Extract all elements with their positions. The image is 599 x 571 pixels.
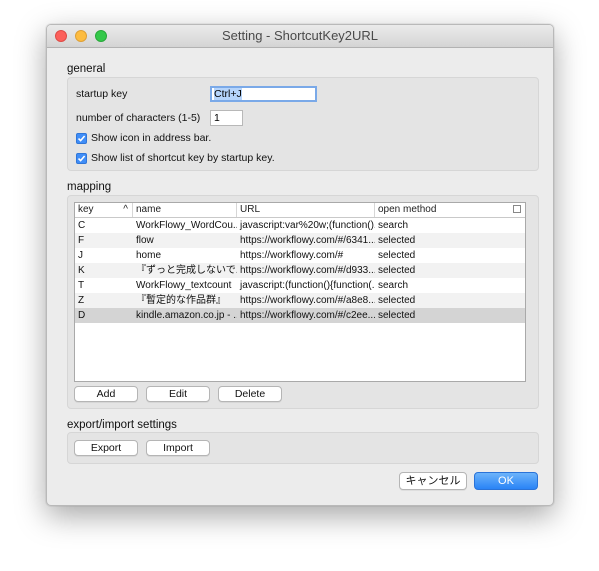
export-button[interactable]: Export	[74, 440, 138, 456]
startup-key-value: Ctrl+J	[214, 88, 242, 100]
table-row-selected[interactable]: D kindle.amazon.co.jp - ... https://work…	[75, 308, 525, 323]
startup-key-input[interactable]: Ctrl+J	[210, 86, 317, 102]
zoom-button[interactable]	[95, 30, 107, 42]
show-list-option[interactable]: Show list of shortcut key by startup key…	[76, 152, 275, 164]
num-chars-value: 1	[214, 112, 220, 124]
close-button[interactable]	[55, 30, 67, 42]
checkmark-icon	[77, 134, 86, 142]
show-icon-option[interactable]: Show icon in address bar.	[76, 132, 211, 144]
general-heading: general	[67, 63, 106, 75]
import-button[interactable]: Import	[146, 440, 210, 456]
show-icon-checkbox[interactable]	[76, 132, 87, 144]
column-header-name[interactable]: name	[133, 203, 237, 217]
table-row[interactable]: K 『ずっと完成しないで... https://workflowy.com/#/…	[75, 263, 525, 278]
delete-button[interactable]: Delete	[218, 386, 282, 402]
window-title: Setting - ShortcutKey2URL	[221, 28, 379, 43]
column-options-icon[interactable]	[513, 205, 521, 213]
show-icon-label: Show icon in address bar.	[91, 132, 212, 144]
cancel-button[interactable]: キャンセル	[399, 472, 467, 490]
export-import-group: Export Import	[67, 432, 539, 464]
general-group: startup key Ctrl+J number of characters …	[67, 77, 539, 171]
export-import-heading: export/import settings	[67, 419, 177, 431]
column-header-key[interactable]: key ^	[75, 203, 133, 217]
checkmark-icon	[77, 154, 86, 162]
edit-button[interactable]: Edit	[146, 386, 210, 402]
table-header: key ^ name URL open method	[75, 203, 525, 218]
num-chars-input[interactable]: 1	[210, 110, 243, 126]
mapping-table[interactable]: key ^ name URL open method C WorkFlowy_W…	[74, 202, 526, 382]
mapping-heading: mapping	[67, 181, 112, 193]
startup-key-label: startup key	[76, 88, 128, 100]
titlebar: Setting - ShortcutKey2URL	[47, 25, 553, 48]
column-header-open-method[interactable]: open method	[375, 203, 513, 217]
num-chars-label: number of characters (1-5)	[76, 112, 201, 124]
table-row[interactable]: Z 『暫定的な作品群』 https://workflowy.com/#/a8e8…	[75, 293, 525, 308]
mapping-group: key ^ name URL open method C WorkFlowy_W…	[67, 195, 539, 409]
table-row[interactable]: C WorkFlowy_WordCou... javascript:var%20…	[75, 218, 525, 233]
sort-ascending-icon: ^	[123, 204, 128, 215]
settings-window: Setting - ShortcutKey2URL general startu…	[46, 24, 554, 506]
table-row[interactable]: J home https://workflowy.com/# selected	[75, 248, 525, 263]
table-row[interactable]: F flow https://workflowy.com/#/6341... s…	[75, 233, 525, 248]
column-header-url[interactable]: URL	[237, 203, 375, 217]
show-list-label: Show list of shortcut key by startup key…	[91, 152, 275, 164]
add-button[interactable]: Add	[74, 386, 138, 402]
table-row[interactable]: T WorkFlowy_textcount javascript:(functi…	[75, 278, 525, 293]
show-list-checkbox[interactable]	[76, 152, 87, 164]
minimize-button[interactable]	[75, 30, 87, 42]
ok-button[interactable]: OK	[474, 472, 538, 490]
